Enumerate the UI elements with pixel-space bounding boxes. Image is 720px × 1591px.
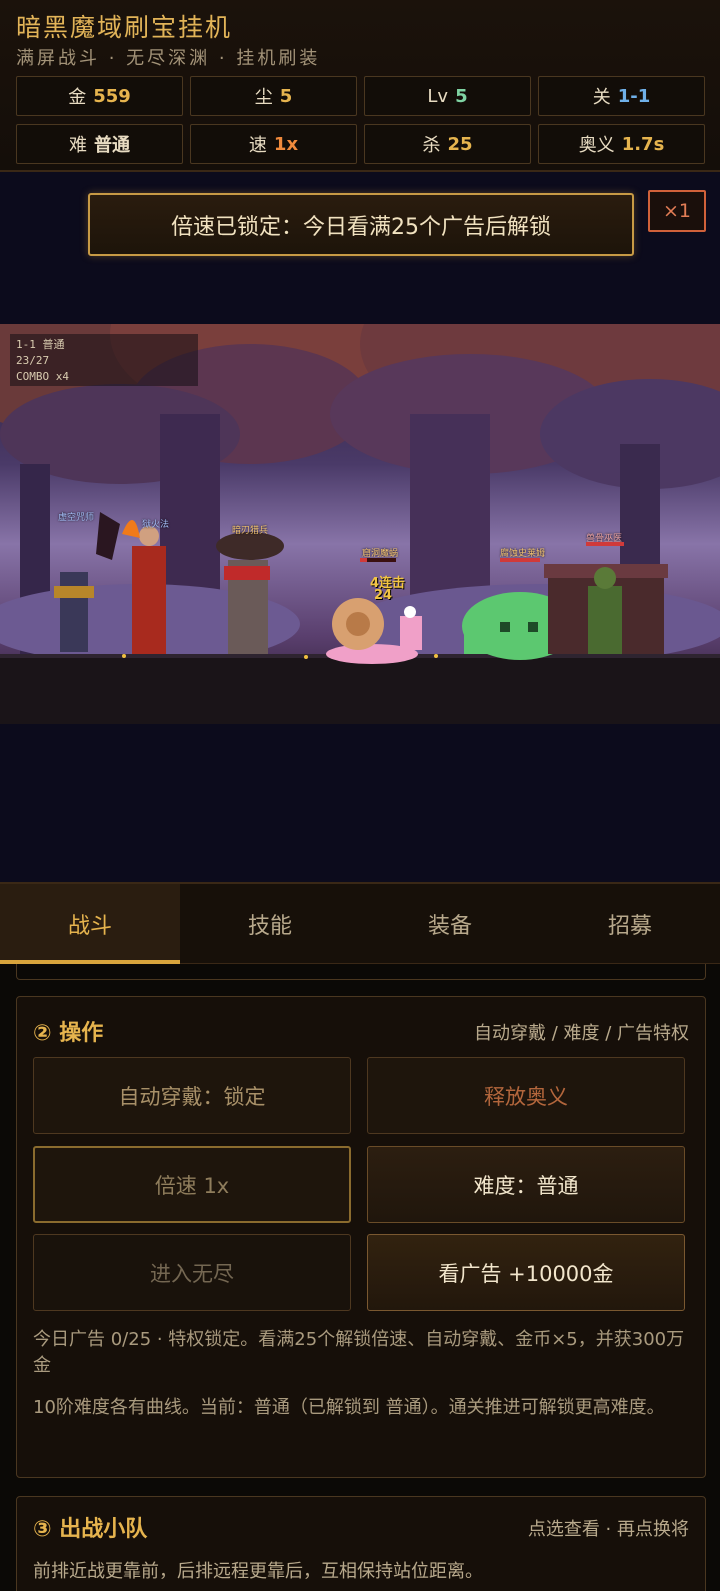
squad-title: ③ 出战小队: [33, 1517, 148, 1542]
stat-label: 金: [68, 87, 87, 108]
unit-label-hero3: 暗刃猎兵: [232, 526, 269, 536]
stat-stage: 关 1-1: [538, 76, 705, 116]
top-header: 暗黑魔域刷宝挂机 满屏战斗 · 无尽深渊 · 挂机刷装 金 559 尘5 Lv 5 …: [0, 0, 720, 172]
previous-card-edge: [16, 964, 706, 980]
ad-privilege-note: 今日广告 0/25 · 特权锁定。看满25个解锁倍速、自动穿戴、金币×5，并获3…: [33, 1329, 685, 1376]
battle-area[interactable]: 倍速已锁定：今日看满25个广告后解锁 ×1 1-1 普通 23/27 COMBO…: [0, 172, 720, 882]
stat-value: 1-1: [617, 85, 651, 107]
squad-card: ③ 出战小队 点选查看 · 再点换将 前排近战更靠前，后排远程更靠后，互相保持站…: [16, 1496, 706, 1591]
damage-popup: 24: [374, 588, 393, 603]
stat-label: 关: [592, 87, 611, 108]
unit-label-hero1: 虚空咒师: [58, 513, 95, 523]
tab-recruit[interactable]: 招募: [540, 884, 720, 964]
speed-lock-banner: 倍速已锁定：今日看满25个广告后解锁: [88, 193, 634, 256]
stat-label: 难: [69, 135, 87, 156]
hud-stage: 1-1 普通: [16, 338, 65, 351]
app-subtitle: 满屏战斗 · 无尽深渊 · 挂机刷装: [16, 48, 321, 69]
release-ultimate-button[interactable]: 释放奥义: [367, 1057, 685, 1134]
operations-title: ② 操作: [33, 1021, 104, 1046]
squad-hint: 点选查看 · 再点换将: [527, 1519, 689, 1540]
stat-value: 1x: [273, 133, 299, 155]
hud-progress: 23/27: [16, 354, 50, 367]
stat-label: 奥义: [578, 135, 615, 156]
difficulty-button[interactable]: 难度：普通: [367, 1146, 685, 1223]
stat-kills: 杀 25: [364, 124, 531, 164]
app-title: 暗黑魔域刷宝挂机: [16, 13, 233, 42]
stat-value: 普通: [94, 135, 130, 156]
enemy2-health-bar: [500, 558, 540, 562]
stat-gold: 金 559: [16, 76, 183, 116]
stat-ultimate-cd: 奥义 1.7s: [538, 124, 705, 164]
stat-dust: 尘5: [190, 76, 357, 116]
stat-grid: 金 559 尘5 Lv 5 关 1-1 难普通 速 1x 杀 25 奥义 1.7s: [16, 76, 706, 164]
watch-ad-button[interactable]: 看广告 +10000金: [367, 1234, 685, 1311]
stat-speed: 速 1x: [190, 124, 357, 164]
squad-description: 前排近战更靠前，后排远程更靠后，互相保持站位距离。: [33, 1561, 483, 1582]
speed-button[interactable]: 倍速 1x: [33, 1146, 351, 1223]
operations-card: ② 操作 自动穿戴 / 难度 / 广告特权 自动穿戴：锁定 释放奥义 倍速 1x…: [16, 996, 706, 1478]
battle-scene[interactable]: 1-1 普通 23/27 COMBO x4 虚空咒师 狱火法 暗刃猎兵 窟洞魔蜗…: [0, 324, 720, 724]
stat-value: 5: [279, 85, 293, 107]
stat-value: 25: [447, 133, 473, 155]
enter-endless-button[interactable]: 进入无尽: [33, 1234, 351, 1311]
tab-battle[interactable]: 战斗: [0, 884, 180, 964]
operations-hint: 自动穿戴 / 难度 / 广告特权: [473, 1023, 689, 1044]
stat-label: 尘: [254, 87, 273, 108]
stat-label: 杀: [422, 135, 441, 156]
stat-value: 1.7s: [621, 133, 665, 155]
tab-equipment[interactable]: 装备: [360, 884, 540, 964]
stat-label: 速: [248, 135, 267, 156]
enemy3-health-bar: [586, 542, 624, 546]
tab-skills[interactable]: 技能: [180, 884, 360, 964]
unit-label-hero2: 狱火法: [142, 520, 170, 530]
speed-multiplier-chip[interactable]: ×1: [648, 190, 706, 232]
stat-level: Lv 5: [364, 76, 531, 116]
hud-combo: COMBO x4: [16, 370, 69, 383]
battle-hud: 1-1 普通 23/27 COMBO x4: [10, 334, 198, 386]
stat-label: Lv: [427, 85, 449, 107]
auto-equip-button[interactable]: 自动穿戴：锁定: [33, 1057, 351, 1134]
main-tabs: 战斗 技能 装备 招募: [0, 882, 720, 964]
difficulty-note: 10阶难度各有曲线。当前：普通（已解锁到 普通）。通关推进可解锁更高难度。: [33, 1397, 665, 1418]
enemy1-health-bar: [360, 558, 396, 562]
stat-difficulty: 难普通: [16, 124, 183, 164]
stat-value: 5: [455, 85, 468, 107]
stat-value: 559: [93, 85, 131, 107]
